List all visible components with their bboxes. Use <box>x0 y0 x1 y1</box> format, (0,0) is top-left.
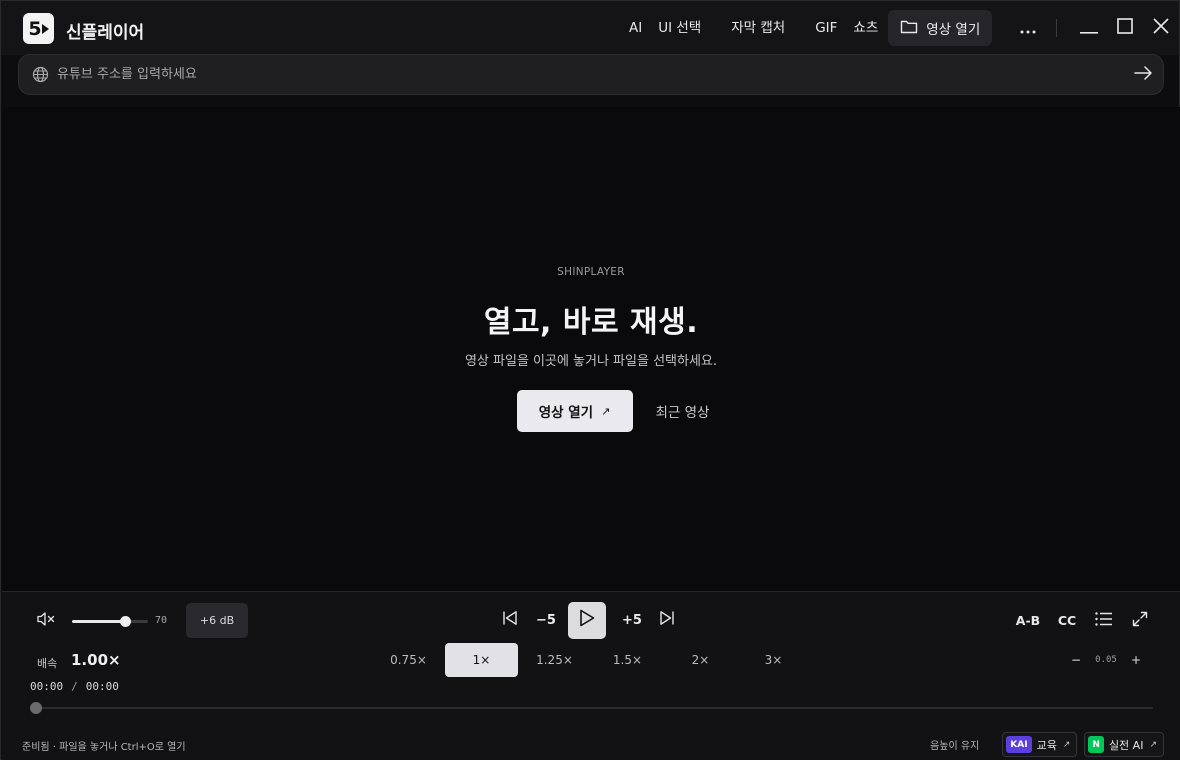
list-icon <box>1095 611 1113 629</box>
play-icon <box>579 609 595 631</box>
folder-icon <box>900 19 918 38</box>
naver-ai-label: 실전 AI <box>1108 738 1144 752</box>
fine-speed-stepper: − 0.05 + <box>1066 653 1146 667</box>
footer-right: 음높이 유지 KAI 교육 ↗ N 실전 AI ↗ <box>930 732 1164 757</box>
forward-5-button[interactable]: +5 <box>606 601 658 639</box>
volume-slider-fill <box>72 620 126 623</box>
volume-value: 70 <box>155 615 168 626</box>
title-bar: 5 신플레이어 AI UI 선택 자막 캡처 GIF 쇼츠 영상 열기 <box>1 1 1179 55</box>
seek-handle[interactable] <box>30 702 42 714</box>
speed-presets: 0.75× 1× 1.25× 1.5× 2× 3× <box>372 643 810 677</box>
menu-ui-select[interactable]: UI 선택 <box>650 11 709 45</box>
speed-value: 1.00× <box>71 651 121 669</box>
more-horizontal-icon <box>1020 19 1036 38</box>
app-logo: 5 <box>23 13 54 44</box>
open-video-cta-button[interactable]: 영상 열기 ↗ <box>516 390 633 432</box>
kai-education-label: 교육 <box>1036 738 1057 752</box>
speed-preset-075[interactable]: 0.75× <box>372 643 445 677</box>
skip-previous-icon <box>502 610 518 630</box>
external-arrow-icon: ↗ <box>1149 739 1157 750</box>
external-arrow-icon: ↗ <box>601 404 611 418</box>
cta-row: 영상 열기 ↗ 최근 영상 <box>2 390 1180 432</box>
logo-play-icon <box>41 23 49 34</box>
close-icon <box>1153 18 1169 38</box>
arrow-right-icon <box>1133 65 1153 84</box>
right-controls: A-B CC <box>1008 607 1158 633</box>
skip-next-icon <box>659 610 675 630</box>
youtube-url-bar <box>18 54 1164 95</box>
app-title: 신플레이어 <box>66 23 145 43</box>
close-button[interactable] <box>1143 9 1179 47</box>
speed-decrease-button[interactable]: − <box>1066 653 1086 667</box>
menu-subtitle-capture[interactable]: 자막 캡처 <box>723 11 793 45</box>
speaker-muted-icon <box>36 611 56 631</box>
speed-label: 배속 <box>37 657 58 670</box>
speed-increase-button[interactable]: + <box>1126 653 1146 667</box>
logo-glyph: 5 <box>28 17 41 40</box>
ab-repeat-button[interactable]: A-B <box>1008 607 1048 633</box>
maximize-icon <box>1117 18 1133 38</box>
window-controls <box>1010 9 1179 47</box>
cta-label: 영상 열기 <box>538 405 594 421</box>
status-text: 준비됨 · 파일을 놓거나 Ctrl+O로 열기 <box>22 742 186 753</box>
seek-bar[interactable] <box>30 702 1153 714</box>
subtitles-button[interactable]: CC <box>1048 607 1086 633</box>
rewind-5-button[interactable]: −5 <box>524 601 568 639</box>
next-button[interactable] <box>658 601 676 639</box>
previous-button[interactable] <box>496 601 524 639</box>
naver-badge: N <box>1088 736 1104 753</box>
hero-subtitle: 영상 파일을 이곳에 놓거나 파일을 선택하세요. <box>464 354 718 369</box>
minimize-icon <box>1080 19 1098 38</box>
mute-button[interactable] <box>36 611 60 631</box>
menu-ai[interactable]: AI <box>621 11 650 45</box>
more-button[interactable] <box>1010 9 1046 47</box>
title-divider <box>1056 19 1057 37</box>
brand-eyebrow: SHINPLAYER <box>557 266 625 278</box>
video-stage[interactable]: SHINPLAYER 열고, 바로 재생. 영상 파일을 이곳에 놓거나 파일을… <box>2 107 1180 591</box>
open-video-button[interactable]: 영상 열기 <box>888 10 993 46</box>
url-submit-button[interactable] <box>1123 55 1163 95</box>
speed-preset-1[interactable]: 1× <box>445 643 518 677</box>
kai-education-link[interactable]: KAI 교육 ↗ <box>1002 732 1078 757</box>
total-time: 00:00 <box>85 680 119 693</box>
globe-icon <box>31 66 49 84</box>
speed-step-value: 0.05 <box>1095 655 1117 665</box>
player-controls: 70 +6 dB −5 +5 A-B CC 배속 1.00× 0.75× 1× … <box>2 591 1180 760</box>
kai-badge: KAI <box>1006 736 1032 753</box>
youtube-url-input[interactable] <box>57 67 1123 82</box>
speed-preset-3[interactable]: 3× <box>737 643 810 677</box>
naver-ai-link[interactable]: N 실전 AI ↗ <box>1084 732 1164 757</box>
maximize-button[interactable] <box>1107 9 1143 47</box>
external-arrow-icon: ↗ <box>1062 739 1071 750</box>
top-menu: AI UI 선택 자막 캡처 GIF 쇼츠 영상 열기 <box>621 10 993 46</box>
app-window: 5 신플레이어 AI UI 선택 자막 캡처 GIF 쇼츠 영상 열기 유튜브 … <box>0 0 1180 760</box>
menu-gif[interactable]: GIF <box>807 11 845 45</box>
speed-preset-125[interactable]: 1.25× <box>518 643 591 677</box>
recent-videos-link[interactable]: 최근 영상 <box>656 401 710 421</box>
fullscreen-button[interactable] <box>1122 607 1158 633</box>
volume-slider-handle[interactable] <box>120 616 132 627</box>
speed-preset-2[interactable]: 2× <box>664 643 737 677</box>
time-readout: 00:00 / 00:00 <box>30 680 119 693</box>
playlist-button[interactable] <box>1086 607 1122 633</box>
expand-icon <box>1132 611 1148 630</box>
hero-headline: 열고, 바로 재생. <box>483 305 699 340</box>
volume-boost-button[interactable]: +6 dB <box>186 603 248 638</box>
current-time: 00:00 <box>30 680 64 693</box>
play-button[interactable] <box>568 601 606 639</box>
minimize-button[interactable] <box>1071 9 1107 47</box>
speed-preset-15[interactable]: 1.5× <box>591 643 664 677</box>
keep-pitch-toggle[interactable]: 음높이 유지 <box>930 737 979 752</box>
transport-controls: −5 +5 <box>496 601 676 639</box>
volume-slider[interactable] <box>72 616 148 627</box>
open-video-label: 영상 열기 <box>926 22 981 38</box>
time-separator: / <box>71 680 78 693</box>
menu-shorts[interactable]: 쇼츠 <box>845 11 886 45</box>
